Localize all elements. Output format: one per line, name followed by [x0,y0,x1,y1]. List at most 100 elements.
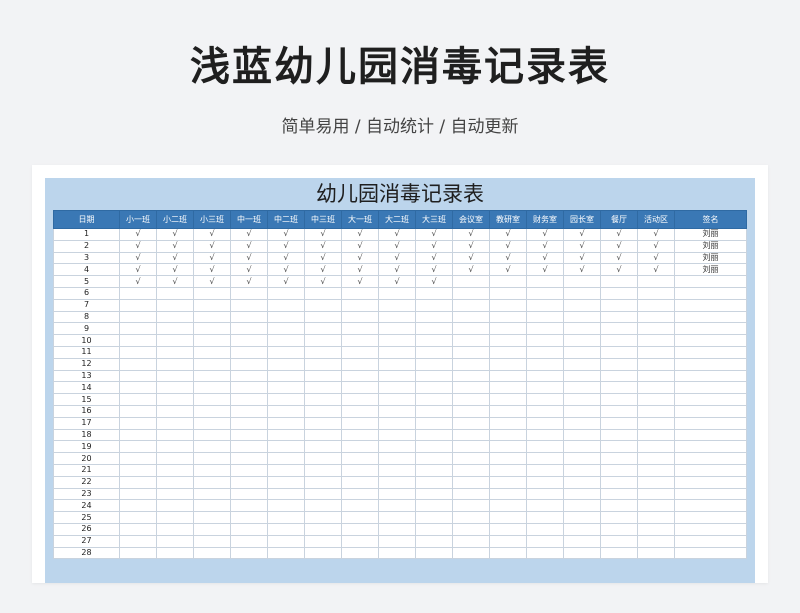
check-cell[interactable]: √ [526,263,564,277]
check-cell[interactable] [452,393,490,406]
date-cell[interactable]: 6 [53,286,120,300]
check-cell[interactable] [526,298,564,312]
check-cell[interactable] [119,322,157,336]
check-cell[interactable] [119,310,157,324]
check-cell[interactable] [378,369,416,383]
check-cell[interactable] [637,428,675,442]
check-cell[interactable] [193,522,231,536]
check-cell[interactable] [341,499,379,513]
check-cell[interactable] [156,475,194,489]
check-cell[interactable] [341,546,379,560]
check-cell[interactable] [304,381,342,395]
signature-cell[interactable] [674,487,747,501]
check-cell[interactable] [119,499,157,513]
check-cell[interactable] [378,499,416,513]
check-cell[interactable] [452,298,490,312]
check-cell[interactable] [489,475,527,489]
check-cell[interactable] [156,416,194,430]
check-cell[interactable] [156,334,194,347]
check-cell[interactable]: √ [378,251,416,265]
check-cell[interactable] [119,452,157,465]
check-cell[interactable] [267,381,305,395]
check-cell[interactable] [119,334,157,347]
check-cell[interactable] [489,310,527,324]
check-cell[interactable] [489,369,527,383]
check-cell[interactable] [563,416,601,430]
check-cell[interactable] [230,487,268,501]
check-cell[interactable]: √ [378,228,416,241]
check-cell[interactable] [378,440,416,454]
check-cell[interactable] [563,345,601,359]
check-cell[interactable] [156,463,194,477]
check-cell[interactable] [452,275,490,288]
check-cell[interactable] [600,334,638,347]
check-cell[interactable] [489,546,527,560]
check-cell[interactable] [156,452,194,465]
check-cell[interactable] [378,463,416,477]
date-cell[interactable]: 14 [53,381,120,395]
check-cell[interactable]: √ [230,239,268,253]
check-cell[interactable] [600,286,638,300]
check-cell[interactable]: √ [600,263,638,277]
signature-cell[interactable] [674,298,747,312]
check-cell[interactable] [304,404,342,418]
check-cell[interactable] [230,310,268,324]
check-cell[interactable] [156,487,194,501]
check-cell[interactable]: √ [341,275,379,288]
check-cell[interactable]: √ [156,263,194,277]
date-cell[interactable]: 4 [53,263,120,277]
check-cell[interactable] [156,310,194,324]
check-cell[interactable] [156,428,194,442]
signature-cell[interactable] [674,522,747,536]
check-cell[interactable] [119,511,157,524]
date-cell[interactable]: 28 [53,546,120,560]
date-cell[interactable]: 19 [53,440,120,454]
signature-cell[interactable] [674,511,747,524]
check-cell[interactable] [637,334,675,347]
check-cell[interactable]: √ [193,239,231,253]
check-cell[interactable]: √ [526,251,564,265]
check-cell[interactable] [637,310,675,324]
check-cell[interactable] [304,546,342,560]
signature-cell[interactable]: 刘丽 [674,251,747,265]
signature-cell[interactable] [674,286,747,300]
check-cell[interactable] [267,393,305,406]
check-cell[interactable] [489,334,527,347]
check-cell[interactable] [526,393,564,406]
check-cell[interactable] [341,345,379,359]
check-cell[interactable] [563,499,601,513]
check-cell[interactable] [452,499,490,513]
check-cell[interactable] [230,334,268,347]
check-cell[interactable] [230,475,268,489]
check-cell[interactable] [526,487,564,501]
check-cell[interactable] [304,534,342,548]
check-cell[interactable] [341,322,379,336]
date-cell[interactable]: 24 [53,499,120,513]
check-cell[interactable]: √ [119,275,157,288]
signature-cell[interactable] [674,381,747,395]
check-cell[interactable] [267,499,305,513]
check-cell[interactable] [563,381,601,395]
check-cell[interactable] [341,487,379,501]
check-cell[interactable]: √ [193,251,231,265]
check-cell[interactable] [378,404,416,418]
check-cell[interactable] [600,428,638,442]
check-cell[interactable]: √ [304,251,342,265]
check-cell[interactable] [156,546,194,560]
check-cell[interactable] [156,286,194,300]
check-cell[interactable] [489,452,527,465]
check-cell[interactable]: √ [230,251,268,265]
check-cell[interactable] [563,463,601,477]
check-cell[interactable]: √ [156,228,194,241]
check-cell[interactable] [637,322,675,336]
check-cell[interactable] [600,381,638,395]
check-cell[interactable] [637,440,675,454]
check-cell[interactable] [563,357,601,371]
check-cell[interactable] [637,298,675,312]
check-cell[interactable] [526,534,564,548]
check-cell[interactable] [230,463,268,477]
check-cell[interactable] [304,310,342,324]
check-cell[interactable]: √ [341,251,379,265]
check-cell[interactable] [489,534,527,548]
check-cell[interactable] [600,487,638,501]
